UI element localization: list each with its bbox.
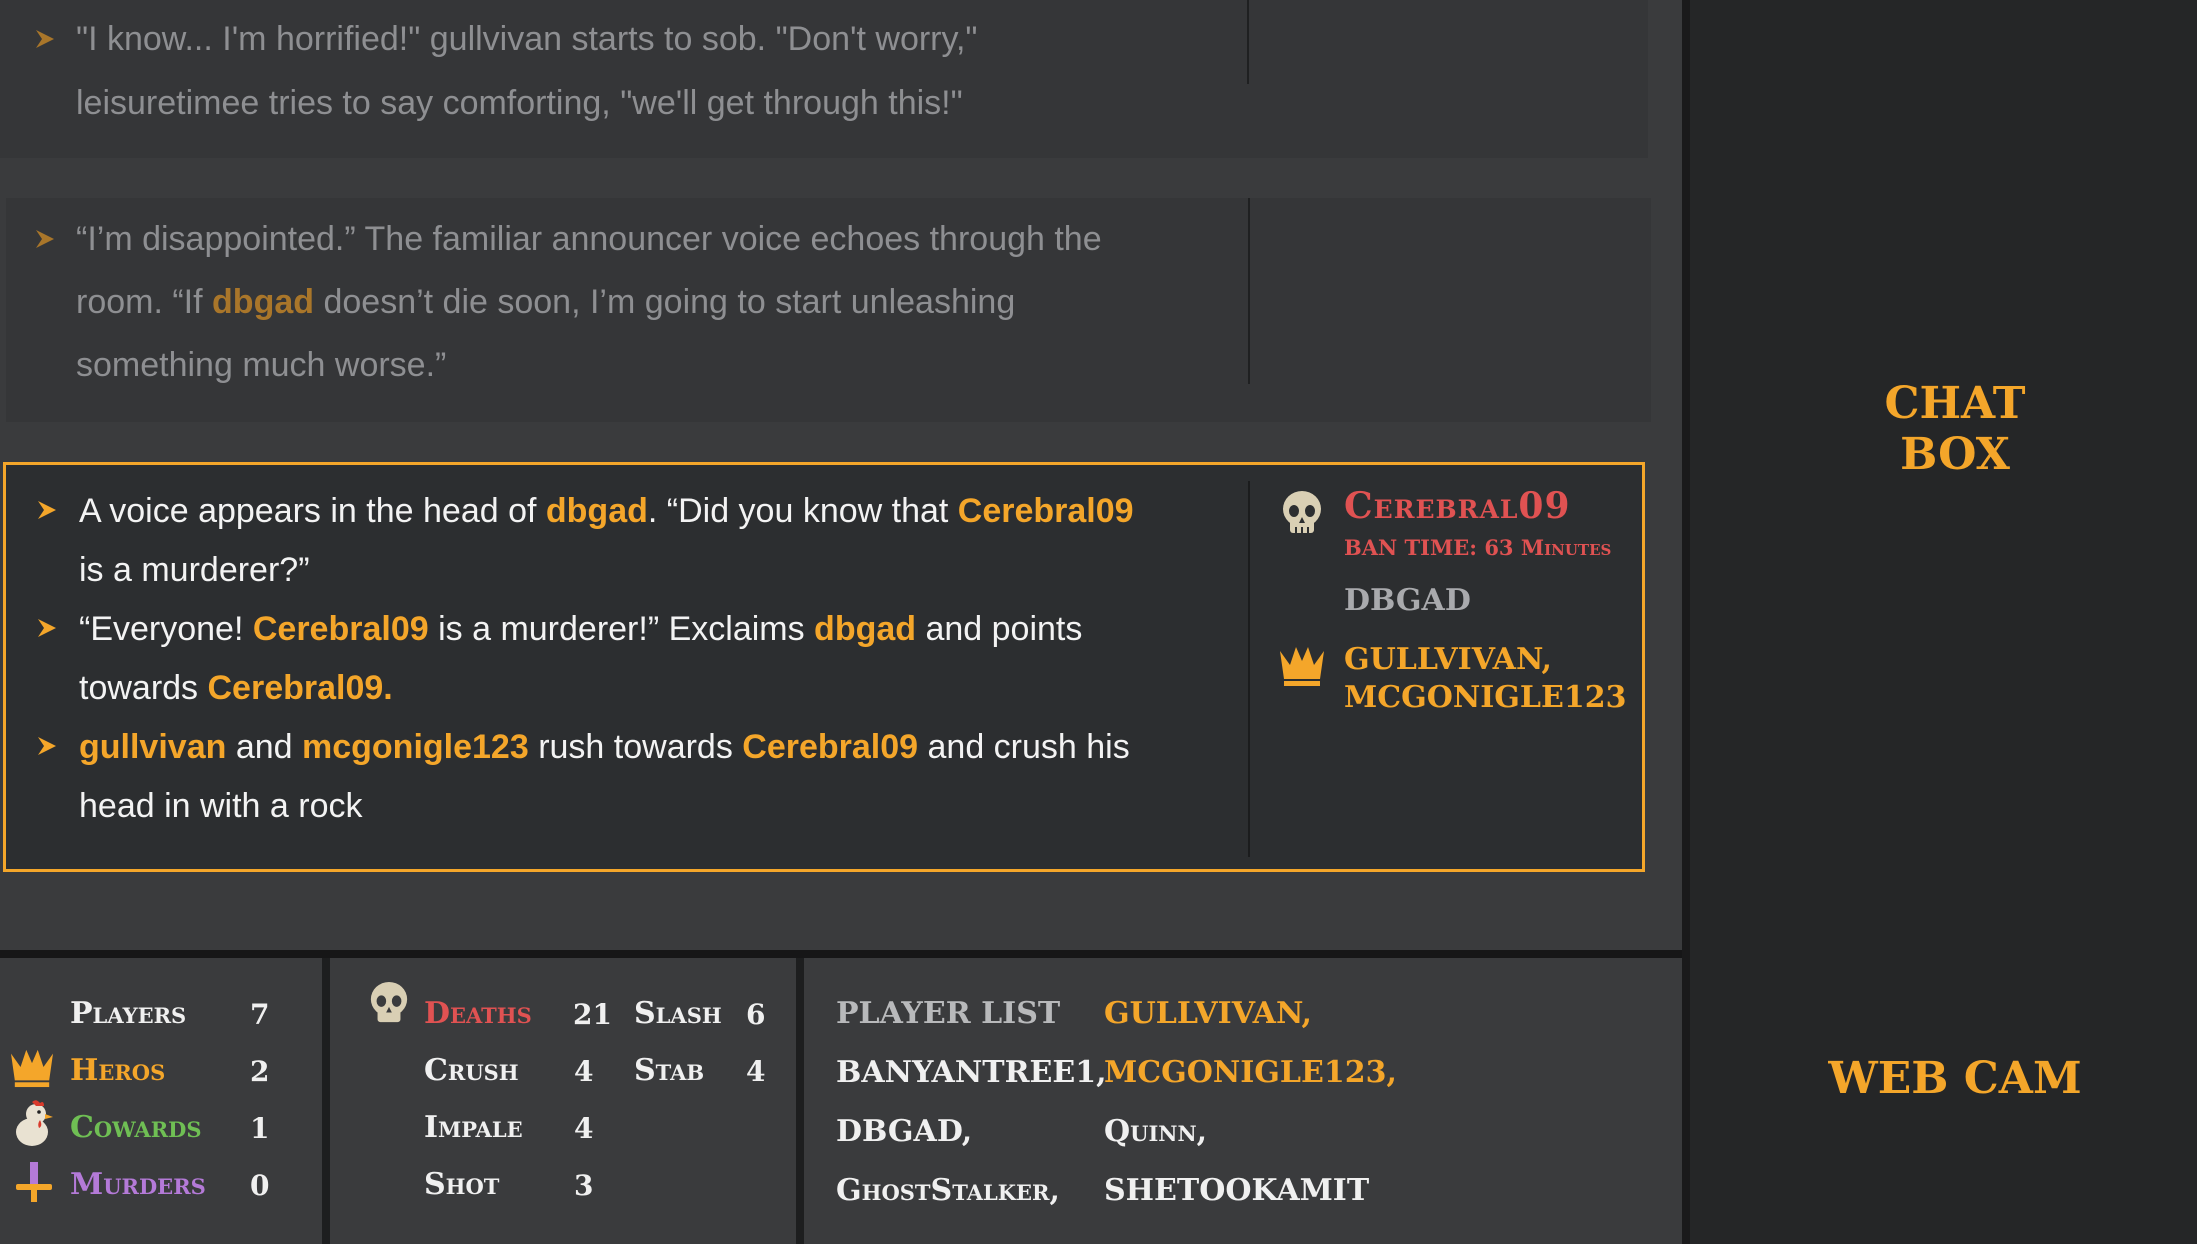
text-segment: doesn’t die soon, I’m going to start unl… — [314, 283, 1016, 321]
event-text-line: something much worse.” — [76, 346, 447, 384]
murders-label: Murders — [70, 1167, 206, 1202]
shot-label: Shot — [424, 1167, 500, 1202]
stats-gap — [322, 958, 330, 1244]
player-list-item: DBGAD, — [836, 1114, 973, 1149]
text-segment: A voice appears in the head of — [79, 492, 546, 530]
arrow-bullet-icon — [34, 228, 56, 250]
event-separator — [1248, 481, 1250, 857]
impale-label: Impale — [424, 1110, 523, 1145]
hero-names: GULLVIVAN, MCGONIGLE123 — [1344, 641, 1627, 717]
player-list-item-hero: MCGONIGLE123, — [1104, 1055, 1397, 1090]
arrow-bullet-icon — [36, 499, 58, 521]
event-card-1: "I know... I'm horrified!" gullvivan sta… — [0, 0, 1648, 158]
slash-label: Slash — [634, 996, 722, 1031]
player-list-item-hero: GULLVIVAN, — [1104, 996, 1312, 1031]
ban-time: BAN TIME: 63 Minutes — [1344, 535, 1612, 560]
event-text-line: room. “If dbgad doesn’t die soon, I’m go… — [76, 271, 1015, 333]
slash-count: 6 — [746, 998, 766, 1031]
event-separator — [1248, 198, 1250, 384]
players-label: Players — [70, 996, 187, 1031]
crown-icon — [8, 1046, 56, 1093]
chicken-icon — [10, 1100, 56, 1153]
event-text-line: towards Cerebral09. — [79, 657, 393, 719]
heros-label: Heros — [70, 1053, 166, 1088]
player-name: dbgad — [212, 283, 315, 321]
player-list-item: BANYANTREE1, — [836, 1055, 1107, 1090]
player-name: Cerebral09 — [957, 492, 1134, 530]
event-text-line: leisuretimee tries to say comforting, "w… — [76, 84, 963, 122]
crush-label: Crush — [424, 1053, 519, 1088]
player-list-item: Quinn, — [1104, 1114, 1208, 1149]
player-name: Cerebral09 — [252, 610, 429, 648]
text-segment: is a murderer!” Exclaims — [428, 610, 815, 648]
arrow-bullet-icon — [36, 617, 58, 639]
arrow-bullet-icon — [34, 28, 56, 50]
impale-count: 4 — [574, 1112, 594, 1145]
player-name: gullvivan — [79, 728, 227, 766]
player-name: mcgonigle123 — [302, 728, 529, 766]
event-text-line: "I know... I'm horrified!" gullvivan sta… — [76, 20, 978, 58]
event-text-line: is a murderer?” — [79, 551, 310, 589]
event-text-line: A voice appears in the head of dbgad. “D… — [79, 480, 1134, 542]
deaths-label: Deaths — [424, 996, 532, 1031]
dagger-icon — [12, 1160, 56, 1209]
player-name: Cerebral09. — [207, 669, 393, 707]
chat-box-label-1: CHAT — [1884, 378, 2026, 429]
hero-name-line: GULLVIVAN, — [1344, 642, 1552, 677]
web-cam-placeholder: WEB CAM — [1828, 1053, 2082, 1104]
event-text-line: “Everyone! Cerebral09 is a murderer!” Ex… — [79, 598, 1082, 660]
arrow-bullet-icon — [36, 735, 58, 757]
dead-player-name: Cerebral09 — [1344, 485, 1571, 527]
text-segment: towards — [79, 669, 208, 707]
event-text-line: gullvivan and mcgonigle123 rush towards … — [79, 716, 1130, 778]
event-card-current: A voice appears in the head of dbgad. “D… — [3, 462, 1645, 872]
event-card-2: “I’m disappointed.” The familiar announc… — [6, 198, 1651, 422]
player-list-item: SHETOOKAMIT — [1104, 1173, 1370, 1208]
heros-count: 2 — [250, 1055, 270, 1088]
cowards-count: 1 — [250, 1112, 270, 1145]
stats-divider — [0, 950, 1682, 958]
cowards-label: Cowards — [70, 1110, 202, 1145]
text-segment: room. “If — [76, 283, 213, 321]
stab-count: 4 — [746, 1055, 766, 1088]
chat-box-placeholder: CHAT BOX — [1755, 378, 2155, 480]
player-name: dbgad — [814, 610, 917, 648]
deaths-count: 21 — [573, 998, 612, 1031]
text-segment: . “Did you know that — [647, 492, 958, 530]
crown-icon — [1278, 643, 1326, 692]
crush-count: 4 — [574, 1055, 594, 1088]
players-count: 7 — [250, 998, 270, 1031]
event-separator — [1247, 0, 1249, 84]
player-name: dbgad — [545, 492, 648, 530]
text-segment: and — [226, 728, 302, 766]
text-segment: “Everyone! — [79, 610, 253, 648]
event-text-line: “I’m disappointed.” The familiar announc… — [76, 220, 1102, 258]
neutral-player-name: DBGAD — [1344, 583, 1471, 618]
stab-label: Stab — [634, 1053, 705, 1088]
skull-icon — [368, 980, 410, 1031]
text-segment: and points — [916, 610, 1083, 648]
text-segment: rush towards — [528, 728, 743, 766]
player-list-item: GhostStalker, — [836, 1173, 1060, 1208]
player-list-label: PLAYER LIST — [836, 996, 1061, 1031]
stats-gap — [796, 958, 804, 1244]
event-text-line: head in with a rock — [79, 787, 363, 825]
text-segment: and crush his — [918, 728, 1130, 766]
skull-icon — [1280, 489, 1324, 542]
hero-name-line: MCGONIGLE123 — [1344, 680, 1627, 715]
murders-count: 0 — [250, 1169, 270, 1202]
shot-count: 3 — [574, 1169, 594, 1202]
panel-divider — [1682, 0, 1690, 1244]
player-name: Cerebral09 — [742, 728, 919, 766]
chat-box-label-2: BOX — [1900, 429, 2010, 480]
